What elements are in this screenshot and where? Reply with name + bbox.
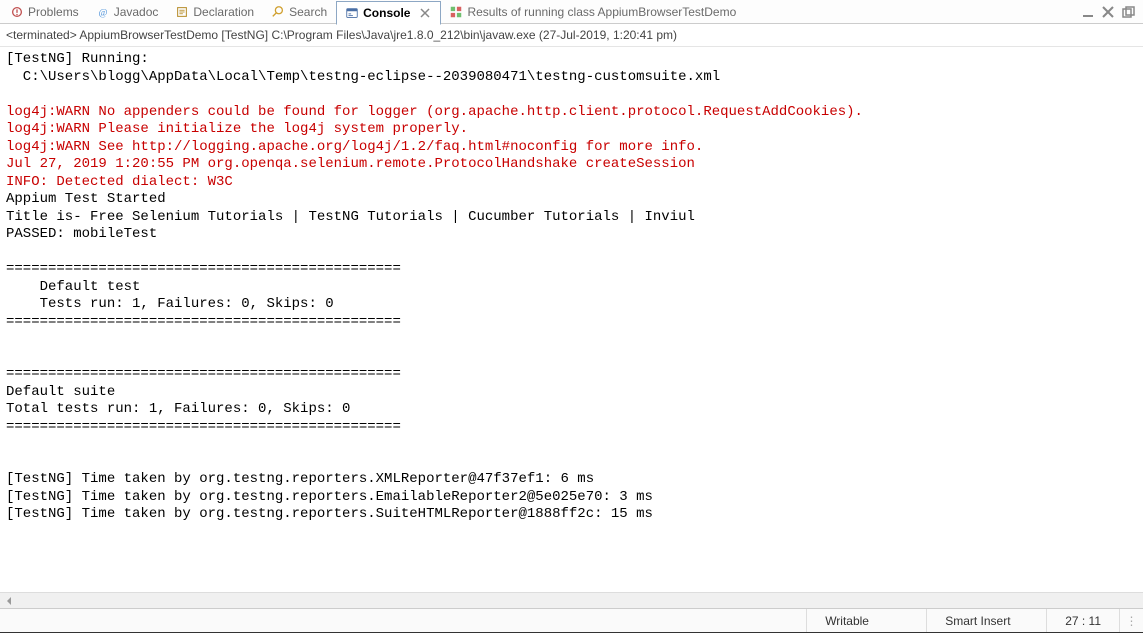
minimize-icon[interactable] [1081, 5, 1095, 19]
status-insert-mode: Smart Insert [926, 609, 1046, 632]
console-icon [345, 6, 359, 20]
console-header: <terminated> AppiumBrowserTestDemo [Test… [0, 24, 1143, 47]
tab-search[interactable]: Search [263, 0, 336, 23]
tab-label: Search [289, 5, 327, 19]
console-line: ========================================… [6, 314, 401, 330]
close-icon[interactable] [418, 6, 432, 20]
console-line: [TestNG] Time taken by org.testng.report… [6, 471, 594, 487]
horizontal-scrollbar[interactable] [0, 592, 1143, 608]
console-line: Default test [6, 279, 140, 295]
maximize-icon[interactable] [1101, 5, 1115, 19]
tab-label: Declaration [193, 5, 254, 19]
console-line: Appium Test Started [6, 191, 166, 207]
tab-label: Results of running class AppiumBrowserTe… [467, 5, 736, 19]
search-icon [271, 5, 285, 19]
view-tabbar: Problems @ Javadoc Declaration Search Co… [0, 0, 1143, 24]
scroll-left-icon[interactable] [2, 594, 16, 608]
console-line-warn: INFO: Detected dialect: W3C [6, 174, 233, 190]
tab-declaration[interactable]: Declaration [167, 0, 263, 23]
console-line: Total tests run: 1, Failures: 0, Skips: … [6, 401, 350, 417]
tab-javadoc[interactable]: @ Javadoc [88, 0, 168, 23]
tab-results[interactable]: Results of running class AppiumBrowserTe… [441, 0, 745, 23]
console-line: C:\Users\blogg\AppData\Local\Temp\testng… [6, 69, 720, 85]
console-line-warn: Jul 27, 2019 1:20:55 PM org.openqa.selen… [6, 156, 695, 172]
status-menu-icon[interactable]: ⋮ [1119, 609, 1143, 632]
console-line-warn: log4j:WARN No appenders could be found f… [6, 104, 863, 120]
console-line-warn: log4j:WARN See http://logging.apache.org… [6, 139, 703, 155]
tab-console[interactable]: Console [336, 1, 441, 25]
console-line: ========================================… [6, 261, 401, 277]
console-line: Default suite [6, 384, 115, 400]
javadoc-icon: @ [96, 5, 110, 19]
status-cursor-position: 27 : 11 [1046, 609, 1119, 632]
console-line: PASSED: mobileTest [6, 226, 157, 242]
console-line: Tests run: 1, Failures: 0, Skips: 0 [6, 296, 334, 312]
problems-icon [10, 5, 24, 19]
restore-icon[interactable] [1121, 5, 1135, 19]
svg-text:@: @ [98, 7, 107, 18]
status-bar: Writable Smart Insert 27 : 11 ⋮ [0, 608, 1143, 632]
tab-label: Javadoc [114, 5, 159, 19]
console-line: [TestNG] Time taken by org.testng.report… [6, 506, 653, 522]
declaration-icon [175, 5, 189, 19]
console-line: [TestNG] Running: [6, 51, 149, 67]
testng-results-icon [449, 5, 463, 19]
tab-label: Problems [28, 5, 79, 19]
console-line-warn: log4j:WARN Please initialize the log4j s… [6, 121, 468, 137]
tab-label: Console [363, 6, 410, 20]
console-line: ========================================… [6, 419, 401, 435]
console-output[interactable]: [TestNG] Running: C:\Users\blogg\AppData… [0, 47, 1143, 592]
console-line: [TestNG] Time taken by org.testng.report… [6, 489, 653, 505]
console-line: ========================================… [6, 366, 401, 382]
tab-problems[interactable]: Problems [2, 0, 88, 23]
status-writable: Writable [806, 609, 926, 632]
console-line: Title is- Free Selenium Tutorials | Test… [6, 209, 695, 225]
tabbar-actions [1081, 5, 1143, 19]
